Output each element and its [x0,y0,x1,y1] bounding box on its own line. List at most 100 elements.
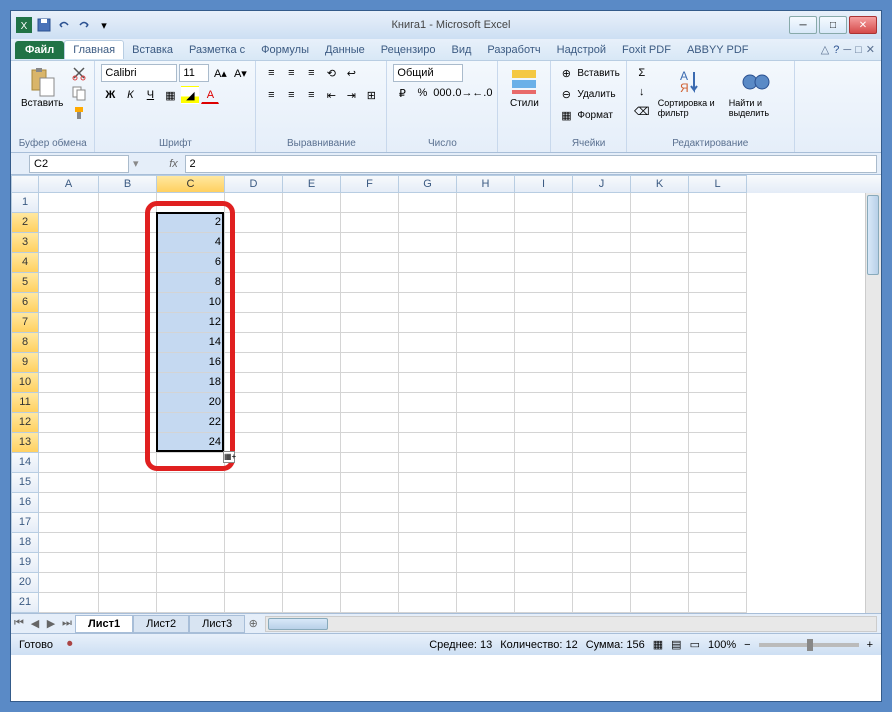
cell-I21[interactable] [515,593,573,613]
cell-D17[interactable] [225,513,283,533]
copy-icon[interactable] [70,84,88,102]
cell-L1[interactable] [689,193,747,213]
redo-icon[interactable] [75,16,93,34]
cell-J15[interactable] [573,473,631,493]
ribbon-tab-4[interactable]: Данные [317,41,373,59]
new-sheet-icon[interactable]: ⊕ [245,617,261,630]
cell-J16[interactable] [573,493,631,513]
cell-D6[interactable] [225,293,283,313]
cell-K21[interactable] [631,593,689,613]
cell-G6[interactable] [399,293,457,313]
cell-H1[interactable] [457,193,515,213]
cell-I2[interactable] [515,213,573,233]
cell-K1[interactable] [631,193,689,213]
cell-B1[interactable] [99,193,157,213]
file-tab[interactable]: Файл [15,41,64,59]
cell-E7[interactable] [283,313,341,333]
cell-E14[interactable] [283,453,341,473]
row-header-19[interactable]: 19 [11,553,39,573]
cell-D3[interactable] [225,233,283,253]
cell-D7[interactable] [225,313,283,333]
ribbon-tab-2[interactable]: Разметка с [181,41,253,59]
cell-G7[interactable] [399,313,457,333]
col-header-B[interactable]: B [99,175,157,193]
row-header-18[interactable]: 18 [11,533,39,553]
cell-H7[interactable] [457,313,515,333]
cell-I10[interactable] [515,373,573,393]
find-select-button[interactable]: Найти и выделить [725,64,788,120]
cell-B13[interactable] [99,433,157,453]
cell-B6[interactable] [99,293,157,313]
currency-icon[interactable]: ₽ [393,84,411,102]
cell-C21[interactable] [157,593,225,613]
cell-C13[interactable]: 24 [157,433,225,453]
cell-H4[interactable] [457,253,515,273]
cell-I1[interactable] [515,193,573,213]
cell-C10[interactable]: 18 [157,373,225,393]
insert-cells-icon[interactable]: ⊕ [557,64,575,82]
cell-A3[interactable] [39,233,99,253]
row-header-13[interactable]: 13 [11,433,39,453]
cell-H9[interactable] [457,353,515,373]
namebox-dropdown-icon[interactable]: ▾ [129,157,143,170]
cell-J19[interactable] [573,553,631,573]
cell-H2[interactable] [457,213,515,233]
select-all-corner[interactable] [11,175,39,193]
cell-A13[interactable] [39,433,99,453]
cell-C15[interactable] [157,473,225,493]
cell-C6[interactable]: 10 [157,293,225,313]
cell-L9[interactable] [689,353,747,373]
cell-K7[interactable] [631,313,689,333]
cell-E20[interactable] [283,573,341,593]
cell-L14[interactable] [689,453,747,473]
cell-C7[interactable]: 12 [157,313,225,333]
row-header-4[interactable]: 4 [11,253,39,273]
cell-F11[interactable] [341,393,399,413]
cell-C11[interactable]: 20 [157,393,225,413]
cell-F20[interactable] [341,573,399,593]
cell-B8[interactable] [99,333,157,353]
cell-H20[interactable] [457,573,515,593]
ribbon-tab-0[interactable]: Главная [64,40,124,59]
cell-G17[interactable] [399,513,457,533]
cell-I18[interactable] [515,533,573,553]
cell-A14[interactable] [39,453,99,473]
ribbon-tab-5[interactable]: Рецензиро [373,41,444,59]
row-header-6[interactable]: 6 [11,293,39,313]
cell-E18[interactable] [283,533,341,553]
cell-C12[interactable]: 22 [157,413,225,433]
styles-button[interactable]: Стили [504,64,544,111]
cell-H8[interactable] [457,333,515,353]
paste-button[interactable]: Вставить [17,64,67,111]
row-header-14[interactable]: 14 [11,453,39,473]
row-header-5[interactable]: 5 [11,273,39,293]
cell-J4[interactable] [573,253,631,273]
cell-K5[interactable] [631,273,689,293]
cell-A8[interactable] [39,333,99,353]
cell-G19[interactable] [399,553,457,573]
view-layout-icon[interactable]: ▤ [671,638,681,651]
cell-F17[interactable] [341,513,399,533]
cell-I6[interactable] [515,293,573,313]
delete-cells-icon[interactable]: ⊖ [557,85,575,103]
cell-G10[interactable] [399,373,457,393]
inc-decimal-icon[interactable]: .0→ [453,84,471,102]
row-header-7[interactable]: 7 [11,313,39,333]
cell-L13[interactable] [689,433,747,453]
cell-I12[interactable] [515,413,573,433]
cell-K13[interactable] [631,433,689,453]
col-header-H[interactable]: H [457,175,515,193]
cell-H11[interactable] [457,393,515,413]
col-header-C[interactable]: C [157,175,225,193]
border-icon[interactable]: ▦ [161,86,179,104]
cell-B4[interactable] [99,253,157,273]
indent-inc-icon[interactable]: ⇥ [342,86,360,104]
cell-A21[interactable] [39,593,99,613]
cell-K9[interactable] [631,353,689,373]
shrink-font-icon[interactable]: A▾ [231,64,249,82]
row-header-11[interactable]: 11 [11,393,39,413]
cell-L19[interactable] [689,553,747,573]
format-painter-icon[interactable] [70,104,88,122]
cell-D2[interactable] [225,213,283,233]
cell-F2[interactable] [341,213,399,233]
